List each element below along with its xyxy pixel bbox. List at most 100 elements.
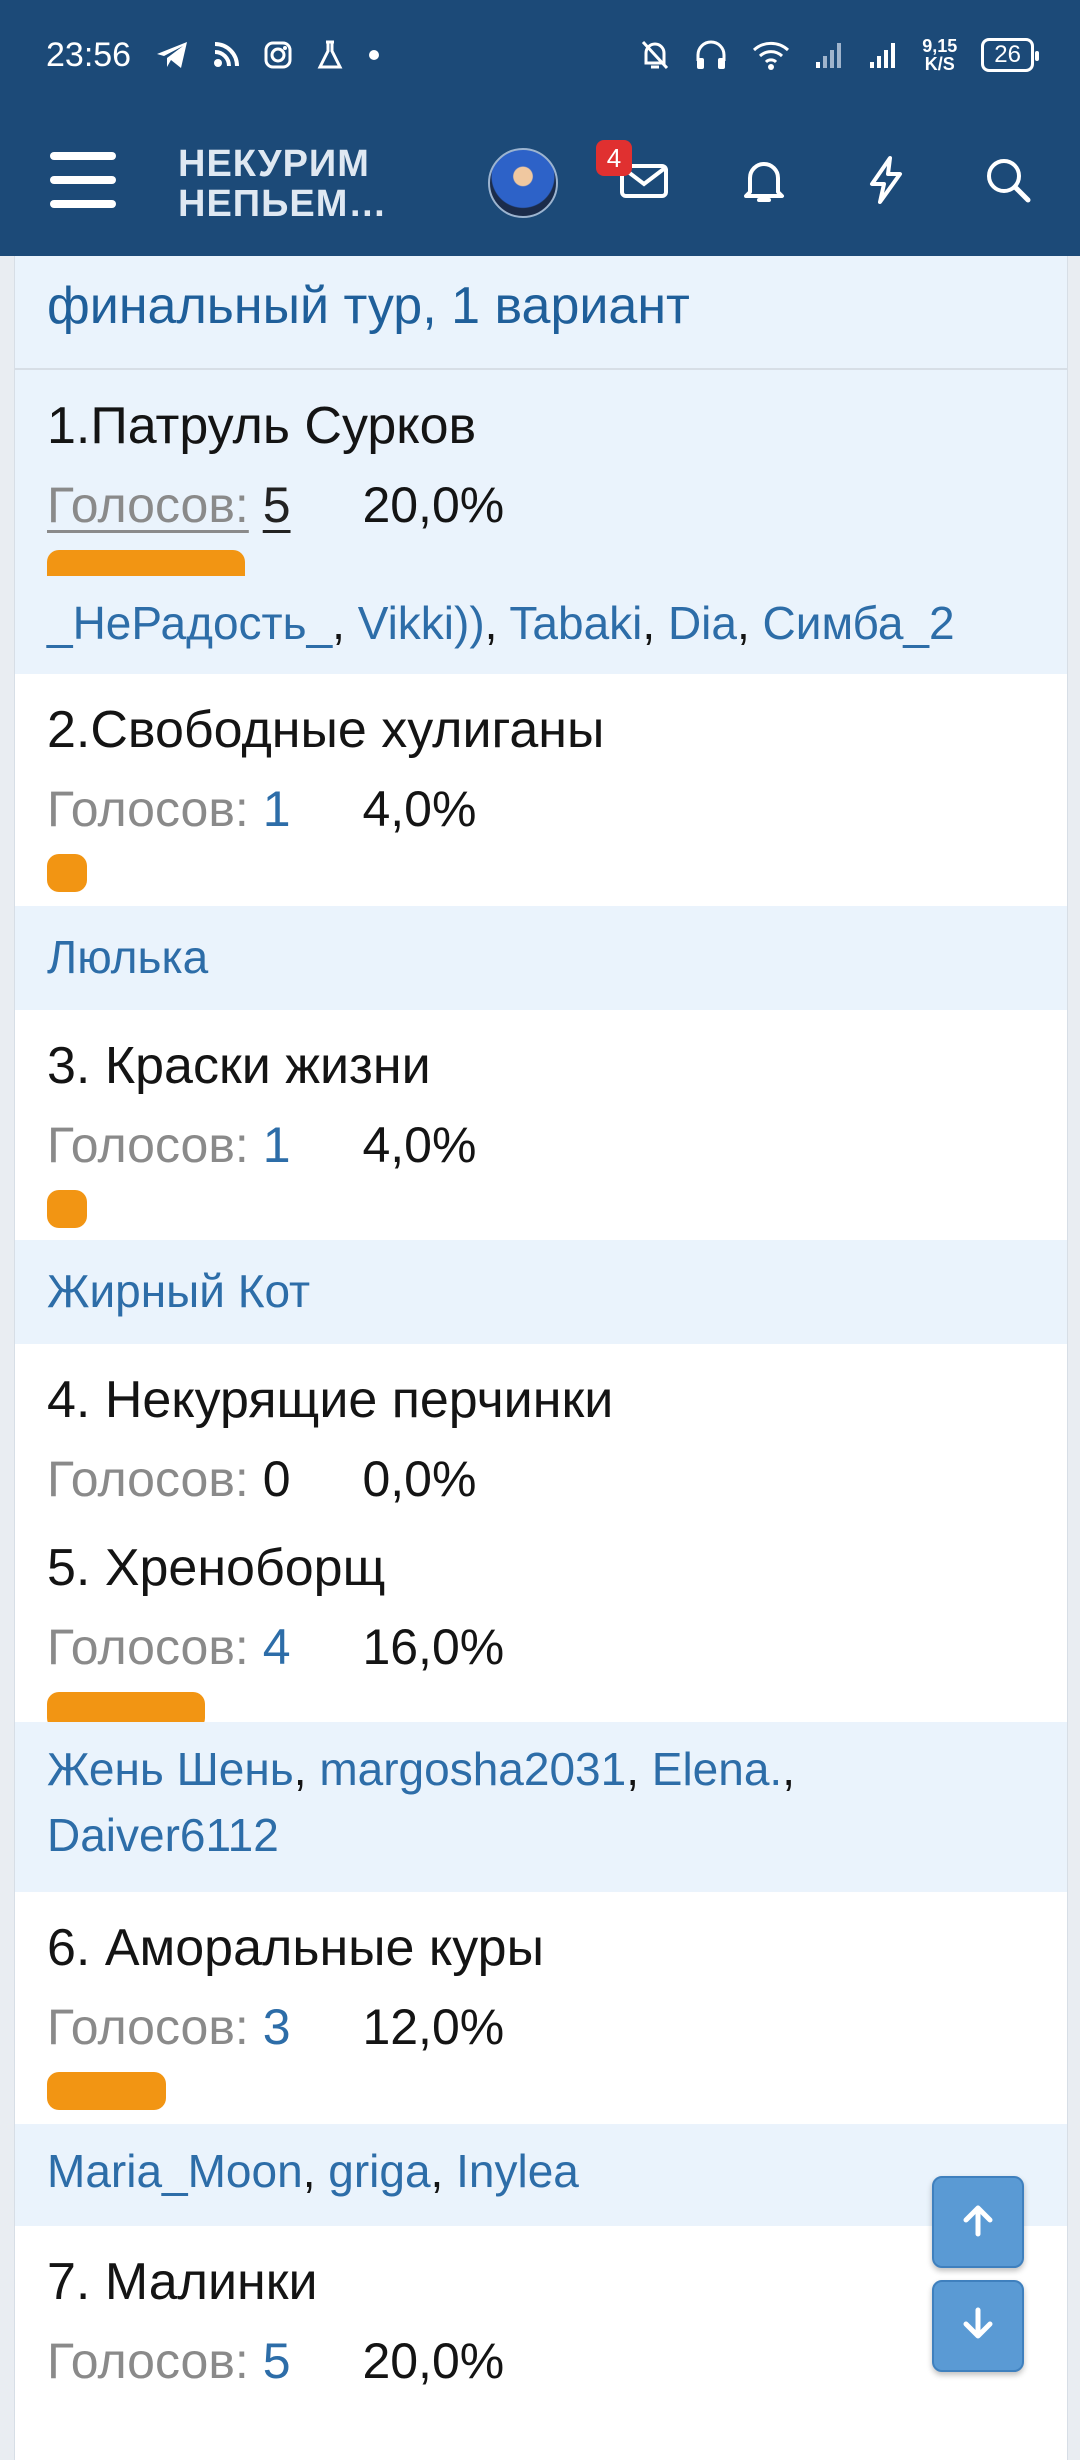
option-name: 6. Аморальные куры (47, 1919, 544, 1977)
votes-label[interactable]: Голосов: (47, 477, 249, 533)
poll-option-4: 4. Некурящие перчинки Голосов: 0 0,0% (15, 1344, 1067, 1512)
status-bar: 23:56 9,15 K/S 26 (0, 0, 1080, 110)
votes-count[interactable]: 4 (263, 1619, 291, 1675)
option-name: 2.Свободные хулиганы (47, 701, 605, 759)
arrow-down-icon (956, 2302, 1000, 2351)
instagram-icon (263, 40, 293, 70)
logo-line-1: НЕКУРИМ (178, 143, 370, 185)
bell-off-icon (640, 39, 670, 71)
vote-percent: 12,0% (362, 1999, 505, 2055)
option-name: 1.Патруль Сурков (47, 397, 477, 455)
vote-bar (47, 2072, 166, 2110)
lightning-icon[interactable] (858, 152, 914, 208)
voter-link[interactable]: Люлька (47, 931, 208, 983)
poll-option-2: 2.Свободные хулиганы Голосов: 1 4,0% (15, 674, 1067, 906)
headphones-icon (694, 39, 728, 71)
voter-link[interactable]: griga (328, 2145, 430, 2197)
poll-title: финальный тур, 1 вариант (47, 277, 690, 335)
search-icon[interactable] (980, 152, 1036, 208)
votes-line[interactable]: Голосов: 1 4,0% (47, 1116, 1035, 1174)
vote-percent: 4,0% (362, 1117, 477, 1173)
voter-link[interactable]: _НеРадость_ (47, 597, 332, 649)
dot-icon (367, 48, 381, 62)
site-logo[interactable]: НЕКУРИМ НЕПЬЕМ… (178, 144, 428, 224)
votes-count[interactable]: 1 (263, 781, 291, 837)
vote-bar-track (47, 2072, 1035, 2110)
votes-count[interactable]: 5 (263, 477, 291, 533)
signal-2-icon (868, 40, 898, 70)
voter-link[interactable]: Жирный Кот (47, 1265, 310, 1317)
vote-bar (47, 1190, 87, 1228)
vote-percent: 4,0% (362, 781, 477, 837)
scroll-down-button[interactable] (932, 2280, 1024, 2372)
votes-label[interactable]: Голосов: (47, 1619, 249, 1675)
top-bar: 23:56 9,15 K/S 26 НЕКУРИМ НЕПЬЕМ… 4 (0, 0, 1080, 256)
poll-option-6: 6. Аморальные куры Голосов: 3 12,0% (15, 1892, 1067, 2124)
votes-label[interactable]: Голосов: (47, 1117, 249, 1173)
poll-content: финальный тур, 1 вариант 1.Патруль Сурко… (14, 256, 1068, 2460)
voter-list-5: Жень Шень, margosha2031, Elena., Daiver6… (15, 1722, 1067, 1892)
votes-label[interactable]: Голосов: (47, 1999, 249, 2055)
vote-bar-track (47, 1190, 1035, 1228)
votes-count: 0 (262, 1451, 291, 1507)
votes-line[interactable]: Голосов: 5 20,0% (47, 2332, 1035, 2390)
status-right: 9,15 K/S 26 (640, 37, 1039, 73)
net-speed-value: 9,15 (922, 36, 958, 56)
voter-list-3: Жирный Кот (15, 1240, 1067, 1344)
scroll-up-button[interactable] (932, 2176, 1024, 2268)
hamburger-icon[interactable] (50, 152, 116, 208)
voter-link[interactable]: Vikki)) (358, 597, 485, 649)
voter-link[interactable]: Tabaki (509, 597, 642, 649)
voter-link[interactable]: Elena. (652, 1743, 782, 1795)
voter-link[interactable]: Daiver6112 (47, 1809, 279, 1861)
bell-icon[interactable] (736, 152, 792, 208)
option-name: 7. Малинки (47, 2253, 318, 2311)
poll-option-7: 7. Малинки Голосов: 5 20,0% (15, 2226, 1067, 2426)
votes-line[interactable]: Голосов: 4 16,0% (47, 1618, 1035, 1676)
votes-line: Голосов: 0 0,0% (47, 1450, 1035, 1508)
net-speed: 9,15 K/S (922, 37, 957, 73)
votes-count[interactable]: 5 (263, 2333, 291, 2389)
votes-label: Голосов: (47, 1451, 249, 1507)
poll-option-1: 1.Патруль Сурков Голосов: 5 20,0% (15, 370, 1067, 588)
votes-line[interactable]: Голосов: 3 12,0% (47, 1998, 1035, 2056)
voter-list-1: _НеРадость_, Vikki)), Tabaki, Dia, Симба… (15, 576, 1067, 674)
nav-bar: НЕКУРИМ НЕПЬЕМ… 4 (0, 130, 1080, 230)
flask-icon (317, 40, 343, 70)
status-time: 23:56 (46, 35, 132, 74)
notification-badge: 4 (596, 140, 632, 176)
wifi-icon (752, 40, 790, 70)
poll-header: финальный тур, 1 вариант (15, 256, 1067, 370)
votes-count[interactable]: 1 (263, 1117, 291, 1173)
vote-percent: 0,0% (362, 1451, 477, 1507)
voter-link[interactable]: Inylea (456, 2145, 579, 2197)
battery-indicator: 26 (981, 38, 1039, 72)
poll-option-3: 3. Краски жизни Голосов: 1 4,0% (15, 1010, 1067, 1240)
vote-bar-track (47, 854, 1035, 892)
votes-line[interactable]: Голосов: 1 4,0% (47, 780, 1035, 838)
arrow-up-icon (956, 2198, 1000, 2247)
voter-link[interactable]: Симба_2 (763, 597, 955, 649)
status-left: 23:56 (46, 36, 381, 75)
avatar[interactable] (488, 148, 558, 218)
voter-link[interactable]: Dia (668, 597, 737, 649)
votes-label[interactable]: Голосов: (47, 2333, 249, 2389)
signal-1-icon (814, 40, 844, 70)
vote-percent: 20,0% (362, 477, 505, 533)
app-screen: 23:56 9,15 K/S 26 НЕКУРИМ НЕПЬЕМ… 4 фина… (0, 0, 1080, 2460)
votes-line[interactable]: Голосов: 5 20,0% (47, 476, 1035, 534)
rss-icon (213, 42, 240, 68)
option-name: 4. Некурящие перчинки (47, 1371, 614, 1429)
votes-count[interactable]: 3 (263, 1999, 291, 2055)
voter-list-6: Maria_Moon, griga, Inylea (15, 2124, 1067, 2226)
voter-link[interactable]: Maria_Moon (47, 2145, 303, 2197)
votes-label[interactable]: Голосов: (47, 781, 249, 837)
voter-link[interactable]: Жень Шень (47, 1743, 294, 1795)
vote-percent: 20,0% (362, 2333, 505, 2389)
vote-percent: 16,0% (362, 1619, 505, 1675)
poll-option-5: 5. Хреноборщ Голосов: 4 16,0% (15, 1512, 1067, 1730)
telegram-icon (155, 40, 189, 70)
option-name: 3. Краски жизни (47, 1037, 431, 1095)
voter-link[interactable]: margosha2031 (319, 1743, 626, 1795)
voter-list-2: Люлька (15, 906, 1067, 1010)
